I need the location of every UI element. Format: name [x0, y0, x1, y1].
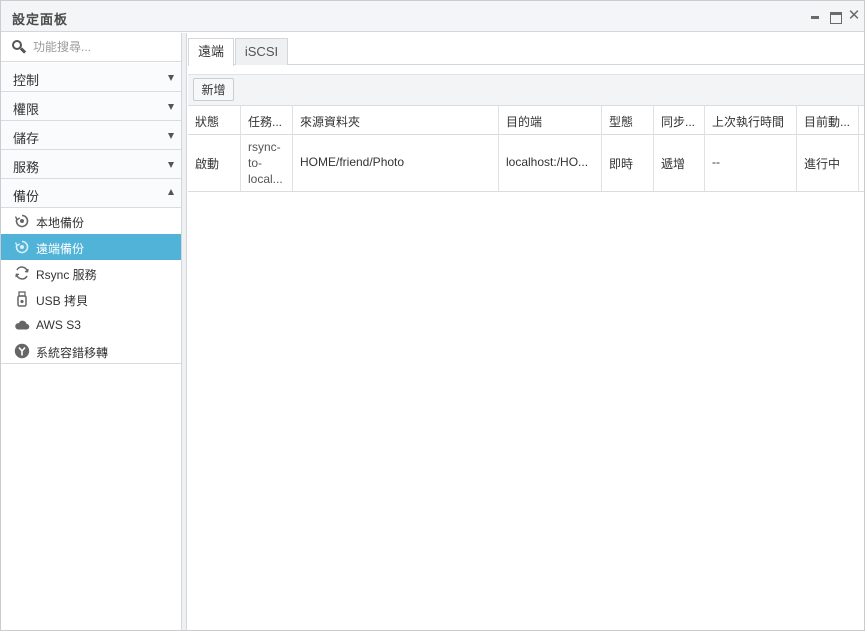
task-line: rsync-	[248, 140, 281, 154]
maximize-icon[interactable]	[828, 9, 842, 24]
section-label: 儲存	[13, 131, 40, 146]
window-title: 設定面板	[12, 12, 69, 27]
column-header-current-action[interactable]: 目前動...	[797, 106, 859, 135]
failover-icon	[14, 343, 30, 359]
search-input[interactable]	[33, 38, 173, 56]
cell-type: 即時	[602, 135, 654, 191]
section-label: 服務	[13, 160, 40, 175]
sidebar-item-label: 本地備份	[36, 216, 85, 230]
chevron-up-icon	[168, 189, 174, 195]
sidebar-section-backup[interactable]: 備份	[1, 179, 181, 208]
sidebar-section-storage[interactable]: 儲存	[1, 121, 181, 150]
cell-destination: localhost:/HO...	[499, 135, 602, 191]
usb-icon	[17, 291, 27, 307]
table-header: 狀態 任務... 來源資料夾 目的端 型態 同步... 上次執行時間 目前動..…	[188, 105, 864, 135]
sidebar-item-aws-s3[interactable]: AWS S3	[1, 312, 181, 338]
column-header-type[interactable]: 型態	[602, 106, 654, 135]
chevron-down-icon	[168, 162, 174, 168]
table-row[interactable]: 啟動 rsync- to- local... HOME/friend/Photo…	[188, 135, 864, 192]
sidebar-section-permissions[interactable]: 權限	[1, 92, 181, 121]
tab-iscsi[interactable]: iSCSI	[235, 38, 288, 65]
task-line: to-	[248, 156, 263, 170]
cell-task: rsync- to- local...	[241, 135, 293, 191]
column-header-destination[interactable]: 目的端	[499, 106, 602, 135]
cell-spacer	[859, 135, 865, 191]
cell-last-run: --	[705, 135, 797, 191]
column-header-source[interactable]: 來源資料夾	[293, 106, 499, 135]
local-backup-icon	[14, 214, 29, 228]
sidebar-section-services[interactable]: 服務	[1, 150, 181, 179]
sidebar-item-label: AWS S3	[36, 318, 81, 332]
sidebar-item-failover[interactable]: 系統容錯移轉	[1, 338, 181, 364]
sidebar-item-local-backup[interactable]: 本地備份	[1, 208, 181, 234]
tab-bar: 遠端 iSCSI	[188, 33, 864, 66]
sidebar-item-label: USB 拷貝	[36, 294, 89, 308]
cell-source: HOME/friend/Photo	[293, 135, 499, 191]
minimize-icon[interactable]	[808, 9, 822, 23]
sidebar-resize-handle[interactable]	[182, 33, 187, 630]
chevron-down-icon	[168, 133, 174, 139]
search-box	[1, 33, 181, 62]
main-panel: 遠端 iSCSI 新增 狀態 任務... 來源資料夾 目的端 型態 同步... …	[188, 33, 864, 630]
title-bar: 設定面板 ✕	[1, 1, 864, 32]
chevron-down-icon	[168, 104, 174, 110]
cell-sync: 遞增	[654, 135, 705, 191]
sidebar-item-remote-backup[interactable]: 遠端備份	[1, 234, 181, 260]
remote-backup-icon	[14, 240, 29, 254]
toolbar: 新增	[188, 74, 864, 105]
column-header-spacer	[859, 106, 865, 135]
add-button[interactable]: 新增	[193, 78, 234, 101]
sidebar-item-rsync[interactable]: Rsync 服務	[1, 260, 181, 286]
cloud-icon	[15, 320, 30, 330]
section-label: 控制	[13, 73, 40, 88]
close-icon[interactable]: ✕	[847, 8, 861, 23]
sidebar-item-label: 系統容錯移轉	[36, 346, 109, 360]
section-label: 備份	[13, 189, 40, 204]
tab-remote[interactable]: 遠端	[188, 38, 234, 66]
cell-current-action: 進行中	[797, 135, 859, 191]
column-header-sync[interactable]: 同步...	[654, 106, 705, 135]
cell-status: 啟動	[188, 135, 241, 191]
sidebar-item-label: Rsync 服務	[36, 268, 97, 282]
task-line: local...	[248, 172, 283, 186]
sidebar-item-usb-copy[interactable]: USB 拷貝	[1, 286, 181, 312]
rsync-icon	[15, 266, 29, 280]
sidebar: 控制 權限 儲存 服務 備份 本地備份	[1, 33, 182, 630]
settings-window: 設定面板 ✕ 控制 權限 儲存 服務 備份	[0, 0, 865, 631]
divider	[1, 363, 181, 364]
sidebar-item-label: 遠端備份	[36, 242, 85, 256]
sidebar-section-control[interactable]: 控制	[1, 63, 181, 92]
column-header-last-run[interactable]: 上次執行時間	[705, 106, 797, 135]
search-icon	[12, 40, 27, 54]
column-header-status[interactable]: 狀態	[188, 106, 241, 135]
section-label: 權限	[13, 102, 40, 117]
column-header-task[interactable]: 任務...	[241, 106, 293, 135]
chevron-down-icon	[168, 75, 174, 81]
